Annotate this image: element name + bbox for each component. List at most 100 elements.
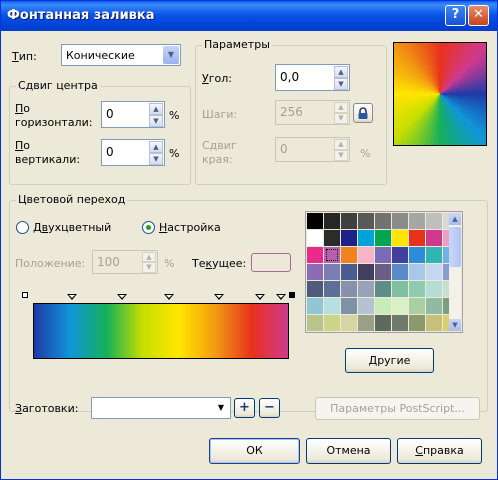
horizontal-offset-spinner[interactable]: 0 ▲ ▼ [101, 101, 165, 128]
palette-swatch[interactable] [392, 281, 408, 297]
edge-pad-spinner[interactable]: 0 ▲ ▼ [275, 137, 350, 162]
palette-swatch[interactable] [358, 264, 374, 280]
help-title-button[interactable]: ? [445, 5, 466, 26]
two-color-label[interactable]: Двухцветный [33, 221, 111, 234]
palette-swatch[interactable] [426, 315, 442, 331]
palette-swatch[interactable] [392, 247, 408, 263]
palette-swatch[interactable] [341, 281, 357, 297]
palette-swatch[interactable] [358, 281, 374, 297]
palette-swatch[interactable] [324, 247, 340, 263]
lock-steps-button[interactable] [353, 103, 373, 123]
palette-swatch[interactable] [426, 298, 442, 314]
steps-spinner[interactable]: 256 ▲ ▼ [275, 100, 350, 125]
palette-swatch[interactable] [307, 264, 323, 280]
palette-swatch[interactable] [409, 264, 425, 280]
palette-swatch[interactable] [426, 264, 442, 280]
scroll-down-icon[interactable]: ▼ [449, 319, 461, 331]
palette-swatch[interactable] [409, 247, 425, 263]
palette-swatch[interactable] [341, 247, 357, 263]
palette-swatch[interactable] [307, 213, 323, 229]
palette-swatch[interactable] [341, 264, 357, 280]
remove-preset-button[interactable]: − [259, 398, 280, 418]
palette-swatch[interactable] [307, 315, 323, 331]
ok-button[interactable]: ОК [209, 438, 300, 464]
color-stop-marker[interactable] [214, 294, 224, 300]
palette-swatch[interactable] [426, 281, 442, 297]
palette-swatch[interactable] [324, 264, 340, 280]
palette-swatch[interactable] [341, 315, 357, 331]
spin-down-icon[interactable]: ▼ [149, 115, 163, 127]
palette-swatch[interactable] [307, 281, 323, 297]
palette-swatch[interactable] [324, 230, 340, 246]
close-button[interactable]: ✕ [468, 5, 489, 26]
palette-swatch[interactable] [358, 315, 374, 331]
start-point-marker[interactable] [22, 292, 28, 298]
custom-label[interactable]: Настройка [159, 221, 221, 234]
palette-swatch[interactable] [307, 247, 323, 263]
other-colors-button[interactable]: Другие [345, 348, 434, 373]
palette-swatch[interactable] [426, 213, 442, 229]
palette-swatch[interactable] [426, 247, 442, 263]
color-stop-marker[interactable] [164, 294, 174, 300]
custom-radio[interactable] [142, 221, 155, 234]
title-bar[interactable]: Фонтанная заливка ? ✕ [1, 1, 497, 31]
palette-swatch[interactable] [375, 298, 391, 314]
angle-spinner[interactable]: 0,0 ▲ ▼ [275, 64, 350, 91]
palette-swatch[interactable] [358, 213, 374, 229]
palette-swatch[interactable] [426, 230, 442, 246]
palette-swatch[interactable] [392, 315, 408, 331]
color-palette[interactable]: ▲ ▼ [305, 211, 463, 333]
palette-swatch[interactable] [375, 315, 391, 331]
color-stop-marker[interactable] [255, 294, 265, 300]
palette-swatch[interactable] [324, 213, 340, 229]
palette-swatch[interactable] [341, 298, 357, 314]
palette-swatch[interactable] [375, 230, 391, 246]
palette-swatch[interactable] [358, 247, 374, 263]
palette-swatch[interactable] [375, 213, 391, 229]
palette-swatch[interactable] [358, 298, 374, 314]
palette-swatch[interactable] [324, 315, 340, 331]
postscript-options-button[interactable]: Параметры PostScript... [315, 397, 480, 420]
palette-swatch[interactable] [324, 281, 340, 297]
chevron-down-icon[interactable]: ▼ [213, 399, 229, 417]
palette-swatch[interactable] [409, 315, 425, 331]
gradient-bar[interactable] [33, 303, 289, 359]
palette-swatch[interactable] [307, 230, 323, 246]
position-spinner[interactable]: 100 ▲ ▼ [92, 250, 158, 274]
palette-swatch[interactable] [392, 298, 408, 314]
current-color-button[interactable] [251, 253, 291, 272]
palette-swatch[interactable] [307, 298, 323, 314]
color-stop-marker[interactable] [276, 294, 286, 300]
palette-swatch[interactable] [409, 298, 425, 314]
color-stop-marker[interactable] [67, 294, 77, 300]
cancel-button[interactable]: Отмена [306, 438, 391, 464]
palette-swatch[interactable] [324, 298, 340, 314]
palette-swatch[interactable] [358, 230, 374, 246]
palette-swatch[interactable] [392, 230, 408, 246]
scroll-thumb[interactable] [449, 227, 461, 267]
palette-swatch[interactable] [375, 281, 391, 297]
spin-up-icon[interactable]: ▲ [334, 66, 348, 78]
spin-up-icon[interactable]: ▲ [149, 141, 163, 153]
palette-swatch[interactable] [409, 213, 425, 229]
presets-dropdown[interactable]: ▼ [91, 397, 231, 419]
spin-down-icon[interactable]: ▼ [149, 153, 163, 165]
palette-swatch[interactable] [392, 264, 408, 280]
color-stop-marker[interactable] [117, 294, 127, 300]
palette-swatch[interactable] [341, 213, 357, 229]
chevron-down-icon[interactable]: ▼ [163, 46, 179, 64]
end-point-marker[interactable] [289, 292, 295, 298]
palette-scrollbar[interactable]: ▲ ▼ [449, 213, 461, 331]
palette-swatch[interactable] [341, 230, 357, 246]
palette-swatch[interactable] [409, 281, 425, 297]
scroll-up-icon[interactable]: ▲ [449, 213, 461, 225]
add-preset-button[interactable]: + [234, 398, 255, 418]
type-dropdown[interactable]: Конические ▼ [61, 44, 181, 66]
palette-swatch[interactable] [409, 230, 425, 246]
vertical-offset-spinner[interactable]: 0 ▲ ▼ [101, 139, 165, 166]
palette-swatch[interactable] [392, 213, 408, 229]
palette-swatch[interactable] [375, 264, 391, 280]
spin-up-icon[interactable]: ▲ [149, 103, 163, 115]
two-color-radio[interactable] [16, 221, 29, 234]
help-button[interactable]: Справка [397, 438, 482, 464]
